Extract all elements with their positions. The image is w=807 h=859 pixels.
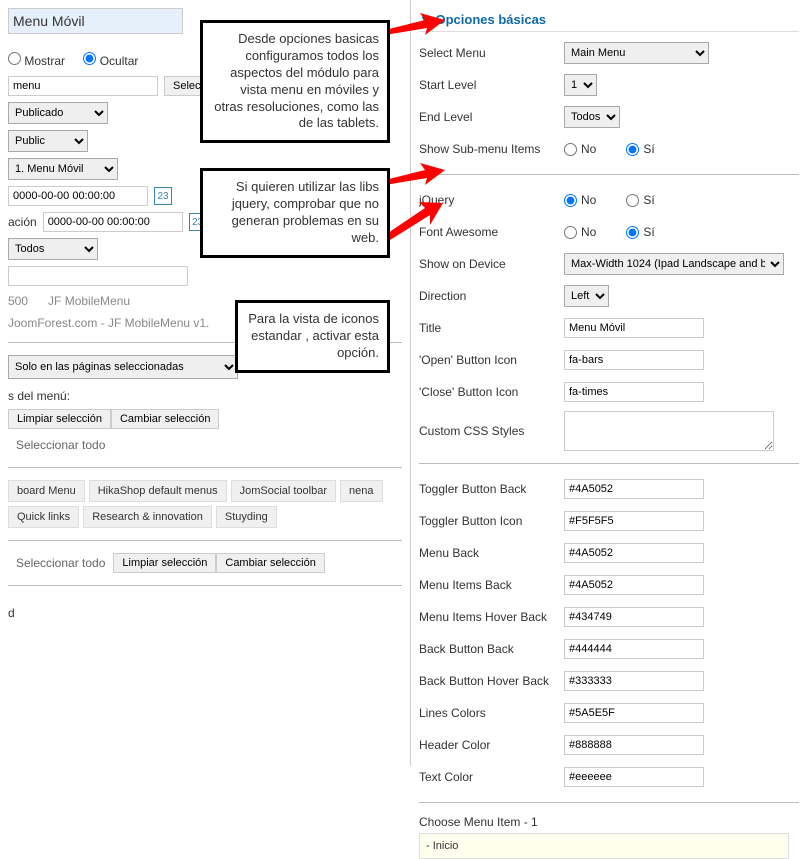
menu-assignment-select[interactable]: Solo en las páginas seleccionadas bbox=[8, 355, 238, 379]
color-input[interactable] bbox=[564, 671, 704, 691]
menu-label: s del menú: bbox=[8, 389, 402, 403]
callout-2: Si quieren utilizar las libs jquery, com… bbox=[200, 168, 390, 258]
seleccionar-todo-button[interactable]: Seleccionar todo bbox=[8, 435, 113, 455]
sub-si[interactable]: Sí bbox=[626, 142, 654, 156]
id-text: 500 bbox=[8, 294, 28, 308]
calendar-icon[interactable]: 23 bbox=[154, 187, 172, 205]
menu-tag[interactable]: board Menu bbox=[8, 480, 85, 502]
color-input[interactable] bbox=[564, 703, 704, 723]
opciones-header[interactable]: Opciones básicas bbox=[419, 8, 799, 32]
menu-tag[interactable]: Research & innovation bbox=[83, 506, 212, 528]
menu-tag[interactable]: Stuyding bbox=[216, 506, 277, 528]
note-input[interactable] bbox=[8, 266, 188, 286]
menu-tag[interactable]: JomSocial toolbar bbox=[231, 480, 336, 502]
date2-input[interactable] bbox=[43, 212, 183, 232]
limpiar-2[interactable]: Limpiar selección bbox=[113, 553, 216, 573]
color-input[interactable] bbox=[564, 607, 704, 627]
css-textarea[interactable] bbox=[564, 411, 774, 451]
sub-no[interactable]: No bbox=[564, 142, 596, 156]
fa-si[interactable]: Sí bbox=[626, 225, 654, 239]
fa-no[interactable]: No bbox=[564, 225, 596, 239]
color-input[interactable] bbox=[564, 767, 704, 787]
cambiar-2[interactable]: Cambiar selección bbox=[216, 553, 324, 573]
callout-3: Para la vista de iconos estandar , activ… bbox=[235, 300, 390, 373]
language-select[interactable]: Todos bbox=[8, 238, 98, 260]
jquery-no[interactable]: No bbox=[564, 193, 596, 207]
module-type: JF MobileMenu bbox=[48, 294, 130, 308]
ocultar-radio[interactable]: Ocultar bbox=[83, 54, 138, 68]
mostrar-radio[interactable]: Mostrar bbox=[8, 54, 65, 68]
cambiar-button[interactable]: Cambiar selección bbox=[111, 409, 219, 429]
start-level[interactable]: 1 bbox=[564, 74, 597, 96]
end-level[interactable]: Todos bbox=[564, 106, 620, 128]
direction-select[interactable]: Left bbox=[564, 285, 609, 307]
title-input[interactable] bbox=[564, 318, 704, 338]
close-icon-input[interactable] bbox=[564, 382, 704, 402]
color-input[interactable] bbox=[564, 479, 704, 499]
menu-tag[interactable]: Quick links bbox=[8, 506, 79, 528]
select-menu[interactable]: Main Menu bbox=[564, 42, 709, 64]
alias-input[interactable] bbox=[8, 76, 158, 96]
limpiar-button[interactable]: Limpiar selección bbox=[8, 409, 111, 429]
module-title-input[interactable] bbox=[8, 8, 183, 34]
access-select[interactable]: Public bbox=[8, 130, 88, 152]
arrow-icon bbox=[385, 10, 445, 40]
choose-label: Choose Menu Item - 1 bbox=[419, 815, 799, 829]
date1-input[interactable] bbox=[8, 186, 148, 206]
arrow-icon bbox=[385, 160, 445, 190]
menu-item-inicio[interactable]: - Inicio bbox=[419, 833, 789, 859]
menu-tag[interactable]: HikaShop default menus bbox=[89, 480, 227, 502]
jquery-si[interactable]: Sí bbox=[626, 193, 654, 207]
position-select[interactable]: 1. Menu Móvil bbox=[8, 158, 118, 180]
open-icon-input[interactable] bbox=[564, 350, 704, 370]
status-select[interactable]: Publicado bbox=[8, 102, 108, 124]
color-input[interactable] bbox=[564, 735, 704, 755]
device-select[interactable]: Max-Width 1024 (Ipad Landscape and belo bbox=[564, 253, 784, 275]
color-input[interactable] bbox=[564, 639, 704, 659]
seleccionar-todo-2[interactable]: Seleccionar todo bbox=[8, 553, 113, 573]
arrow-icon bbox=[385, 200, 445, 240]
menu-tag[interactable]: nena bbox=[340, 480, 382, 502]
color-input[interactable] bbox=[564, 543, 704, 563]
color-input[interactable] bbox=[564, 575, 704, 595]
color-input[interactable] bbox=[564, 511, 704, 531]
callout-1: Desde opciones basicas configuramos todo… bbox=[200, 20, 390, 143]
